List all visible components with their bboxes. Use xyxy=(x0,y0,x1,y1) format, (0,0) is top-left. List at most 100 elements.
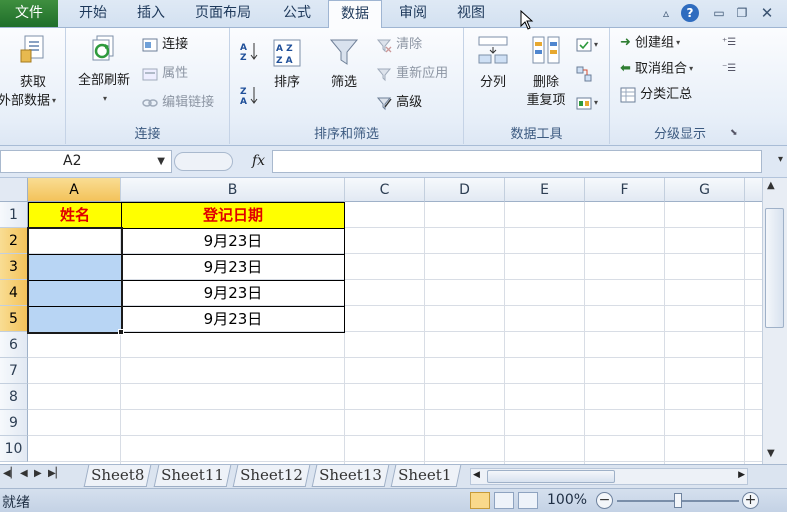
reapply-button[interactable]: 重新应用 xyxy=(376,63,448,85)
row-header-10[interactable]: 10 xyxy=(0,436,28,462)
clear-filter-button[interactable]: 清除 xyxy=(376,34,422,56)
tab-insert[interactable]: 插入 xyxy=(124,0,178,27)
sheet-tab-sheet8[interactable]: Sheet8 xyxy=(83,465,152,487)
scroll-down-icon[interactable]: ▼ xyxy=(767,448,775,459)
dialog-launcher-icon[interactable]: ⬊ xyxy=(730,122,738,144)
sort-button[interactable]: A ZZ A 排序 xyxy=(266,38,308,92)
expand-formula-bar-icon[interactable]: ▾ xyxy=(778,154,783,165)
prev-sheet-icon[interactable]: ◀ xyxy=(20,468,28,479)
cell-b5[interactable]: 9月23日 xyxy=(121,306,345,333)
restore-icon[interactable]: ❐ xyxy=(733,4,751,22)
cell-b2[interactable]: 9月23日 xyxy=(121,228,345,255)
column-header-a[interactable]: A xyxy=(28,178,121,202)
zoom-level[interactable]: 100% xyxy=(547,492,587,508)
column-header-c[interactable]: C xyxy=(345,178,425,202)
cell-b4[interactable]: 9月23日 xyxy=(121,280,345,307)
zoom-slider-thumb[interactable] xyxy=(674,493,682,508)
close-icon[interactable]: ✕ xyxy=(758,4,776,22)
subtotal-button[interactable]: 分类汇总 xyxy=(620,84,692,106)
column-header-f[interactable]: F xyxy=(585,178,665,202)
fill-handle[interactable] xyxy=(118,329,124,335)
first-sheet-icon[interactable]: ◀▏ xyxy=(3,468,18,479)
sheet-tab-sheet11[interactable]: Sheet11 xyxy=(153,465,232,487)
horizontal-scroll-thumb[interactable] xyxy=(487,470,615,483)
tab-file[interactable]: 文件 xyxy=(0,0,58,27)
cell-a5[interactable] xyxy=(28,306,122,333)
data-validation-button[interactable]: ▾ xyxy=(576,34,598,56)
what-if-analysis-button[interactable]: ▾ xyxy=(576,92,598,114)
row-header-1[interactable]: 1 xyxy=(0,202,28,228)
cell-b3[interactable]: 9月23日 xyxy=(121,254,345,281)
sheet-tab-sheet1[interactable]: Sheet1 xyxy=(390,465,462,487)
vertical-scroll-thumb[interactable] xyxy=(765,208,784,328)
row-header-9[interactable]: 9 xyxy=(0,410,28,436)
sort-ascending-button[interactable]: AZ xyxy=(238,40,262,62)
name-box[interactable]: A2 ▼ xyxy=(0,150,172,173)
tab-data[interactable]: 数据 xyxy=(328,0,382,29)
filter-button[interactable]: 筛选 xyxy=(322,36,366,92)
next-sheet-icon[interactable]: ▶ xyxy=(34,468,42,479)
scroll-right-icon[interactable]: ▶ xyxy=(738,470,745,480)
advanced-filter-button[interactable]: 高级 xyxy=(376,92,422,114)
tab-review[interactable]: 审阅 xyxy=(386,0,440,27)
formula-bar-grip-icon xyxy=(174,152,233,171)
name-box-dropdown-icon[interactable]: ▼ xyxy=(157,151,165,172)
column-header-b[interactable]: B xyxy=(121,178,345,202)
refresh-all-button[interactable]: 全部刷新 ▾ xyxy=(70,34,138,108)
properties-button[interactable]: 属性 xyxy=(142,63,188,85)
help-icon[interactable]: ? xyxy=(681,4,699,22)
worksheet-grid[interactable]: A B C D E F G 1 2 3 4 5 6 7 8 9 10 姓名 登记… xyxy=(0,178,762,464)
get-external-data-button[interactable]: 获取 外部数据 ▾ xyxy=(0,32,66,111)
connections-button[interactable]: 连接 xyxy=(142,34,188,56)
column-header-e[interactable]: E xyxy=(505,178,585,202)
sheet-tab-sheet12[interactable]: Sheet12 xyxy=(232,465,311,487)
collapse-ribbon-icon[interactable]: ▵ xyxy=(657,4,675,22)
edit-links-button[interactable]: 编辑链接 xyxy=(142,92,214,114)
group-arrow-icon: ➜ xyxy=(620,35,631,50)
sheet-tab-sheet13[interactable]: Sheet13 xyxy=(311,465,390,487)
remove-duplicates-button[interactable]: 删除 重复项 xyxy=(518,34,574,110)
vertical-scrollbar[interactable]: ▲ ▼ xyxy=(762,178,787,464)
tab-page-layout[interactable]: 页面布局 xyxy=(182,0,264,27)
properties-icon xyxy=(142,68,158,80)
formula-input[interactable] xyxy=(272,150,762,173)
cell-a3[interactable] xyxy=(28,254,122,281)
ungroup-button[interactable]: ⬅ 取消组合 ▾ xyxy=(620,58,693,80)
scroll-left-icon[interactable]: ◀ xyxy=(473,470,480,480)
cell-a4[interactable] xyxy=(28,280,122,307)
select-all-corner[interactable] xyxy=(0,178,28,202)
cell-a1[interactable]: 姓名 xyxy=(28,202,122,229)
column-header-h[interactable] xyxy=(745,178,762,202)
text-to-columns-button[interactable]: 分列 xyxy=(470,34,516,92)
row-header-7[interactable]: 7 xyxy=(0,358,28,384)
normal-view-button[interactable] xyxy=(470,492,490,509)
cell-a2[interactable] xyxy=(28,228,122,255)
horizontal-scrollbar[interactable]: ◀ ▶ xyxy=(470,468,748,485)
last-sheet-icon[interactable]: ▶▏ xyxy=(48,468,63,479)
row-header-8[interactable]: 8 xyxy=(0,384,28,410)
tab-home[interactable]: 开始 xyxy=(66,0,120,27)
row-header-3[interactable]: 3 xyxy=(0,254,28,280)
page-break-view-button[interactable] xyxy=(518,492,538,509)
column-header-d[interactable]: D xyxy=(425,178,505,202)
row-header-2[interactable]: 2 xyxy=(0,228,28,254)
column-header-g[interactable]: G xyxy=(665,178,745,202)
page-layout-view-button[interactable] xyxy=(494,492,514,509)
zoom-out-icon[interactable]: − xyxy=(596,492,613,509)
minimize-icon[interactable]: ▭ xyxy=(710,4,728,22)
row-header-5[interactable]: 5 xyxy=(0,306,28,332)
zoom-in-icon[interactable]: + xyxy=(742,492,759,509)
cell-b1[interactable]: 登记日期 xyxy=(121,202,345,229)
scroll-up-icon[interactable]: ▲ xyxy=(767,180,775,191)
hide-detail-icon[interactable]: ⁻☰ xyxy=(722,58,736,80)
row-header-6[interactable]: 6 xyxy=(0,332,28,358)
group-button[interactable]: ➜ 创建组 ▾ xyxy=(620,32,680,54)
row-header-4[interactable]: 4 xyxy=(0,280,28,306)
insert-function-icon[interactable]: fx xyxy=(252,150,265,173)
tab-formulas[interactable]: 公式 xyxy=(268,0,326,27)
consolidate-button[interactable] xyxy=(576,63,592,85)
svg-text:Z A: Z A xyxy=(276,56,293,66)
sort-descending-button[interactable]: ZA xyxy=(238,84,262,106)
tab-view[interactable]: 视图 xyxy=(444,0,498,27)
show-detail-icon[interactable]: ⁺☰ xyxy=(722,32,736,54)
